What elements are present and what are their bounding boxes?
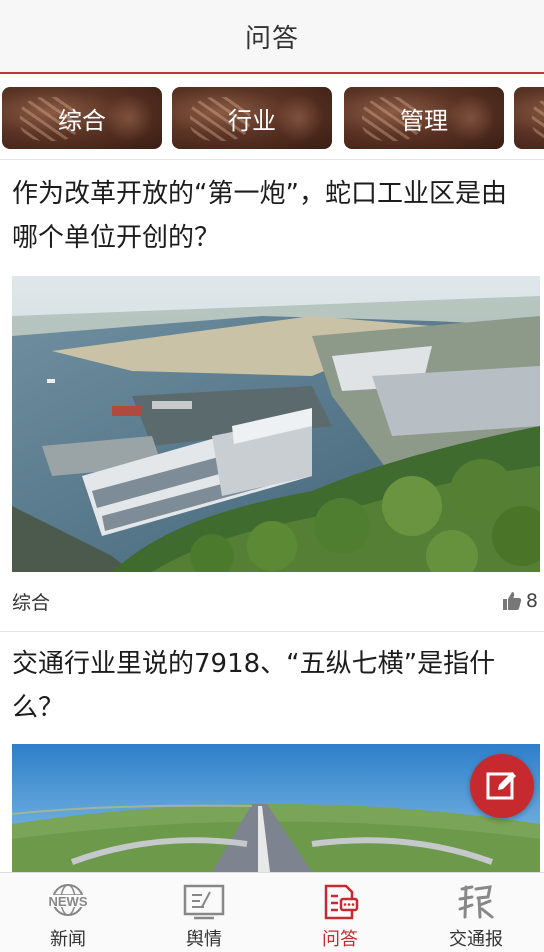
tabbar-label: 问答 [322,929,358,950]
ask-question-button[interactable] [470,754,534,818]
tabbar-label: 舆情 [186,929,222,950]
category-tab-partial[interactable] [514,87,544,149]
article-title[interactable]: 交通行业里说的7918、“五纵七横”是指什么？ [12,642,532,730]
tabbar-item-news[interactable]: NEWS 新闻 [0,873,136,952]
tabbar-label: 交通报 [449,929,503,950]
qa-icon [324,884,359,920]
category-tab-label: 行业 [228,106,276,135]
monitor-icon [183,884,225,920]
tabbar-item-jiaotongbao[interactable]: 交通报 [408,873,544,952]
category-tab-label: 管理 [400,106,448,135]
category-tab-label: 综合 [58,106,106,135]
page-title: 问答 [244,23,299,54]
svg-text:NEWS: NEWS [49,894,88,909]
newspaper-icon [458,885,494,919]
tabbar-item-wenda[interactable]: 问答 [272,873,408,952]
thumbs-up-icon [502,592,522,610]
article-image[interactable] [12,276,540,572]
tabbar-item-yuqing[interactable]: 舆情 [136,873,272,952]
tabbar-label: 新闻 [50,929,86,950]
qa-article-1[interactable]: 作为改革开放的“第一炮”，蛇口工业区是由哪个单位开创的？ 综合 8 [0,160,544,632]
news-icon: NEWS [46,884,90,916]
category-tab-hangye[interactable]: 行业 [172,87,332,149]
top-header: 问答 [0,0,544,74]
article-category: 综合 [12,592,51,614]
category-tabs: 综合 行业 管理 [0,76,544,160]
like-count: 8 [525,590,538,612]
edit-icon [486,772,516,800]
category-tab-guanli[interactable]: 管理 [344,87,504,149]
qa-article-2[interactable]: 交通行业里说的7918、“五纵七横”是指什么？ [0,632,544,872]
category-tab-zonghe[interactable]: 综合 [2,87,162,149]
like-counter[interactable]: 8 [502,590,538,612]
highway-aerial-photo [12,744,540,872]
article-image[interactable] [12,744,540,872]
bottom-tab-bar: NEWS 新闻 舆情 问答 交通报 [0,872,544,952]
port-aerial-photo [12,276,540,572]
article-title[interactable]: 作为改革开放的“第一炮”，蛇口工业区是由哪个单位开创的？ [12,172,532,260]
